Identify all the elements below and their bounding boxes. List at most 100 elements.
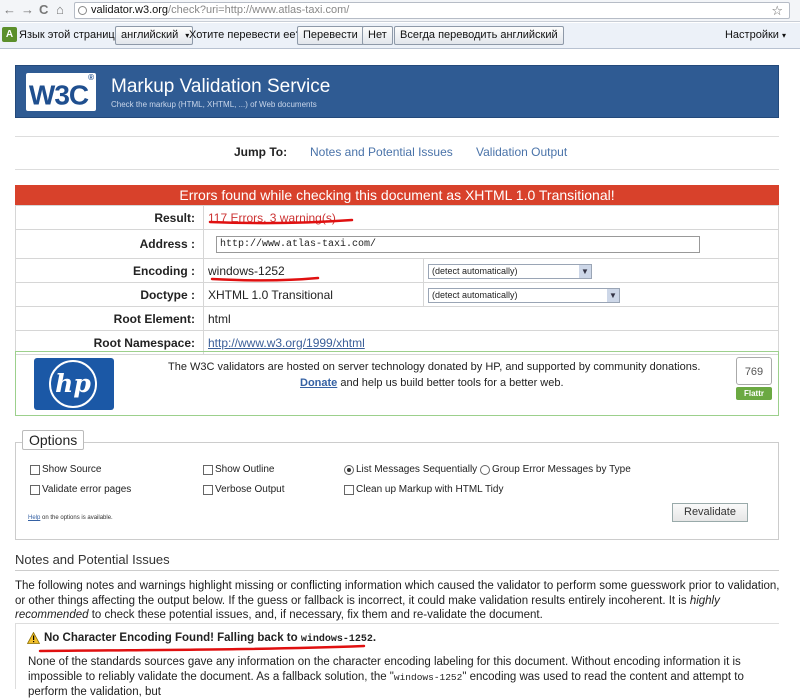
encoding-select[interactable]: (detect automatically) ▼ (428, 263, 592, 279)
warning-icon (27, 632, 40, 644)
address-label: Address : (15, 229, 204, 259)
encoding-label: Encoding : (15, 258, 204, 283)
radio-selected-icon[interactable] (344, 464, 354, 475)
logo-text: W3C (28, 79, 89, 111)
warning-paragraph: None of the standards sources gave any i… (28, 655, 774, 700)
show-outline-option[interactable]: Show Outline (203, 464, 274, 475)
donate-link[interactable]: Donate (300, 377, 337, 389)
cleanup-tidy-label: Clean up Markup with HTML Tidy (356, 484, 504, 495)
donation-text-2: Donate and help us build better tools fo… (300, 377, 564, 389)
translate-button[interactable]: Перевести (297, 26, 364, 45)
page-subtitle: Check the markup (HTML, XHTML, ...) of W… (111, 100, 317, 109)
translate-icon: A (2, 27, 17, 42)
doctype-label: Doctype : (15, 282, 204, 307)
table-row: Encoding : windows-1252 (detect automati… (15, 258, 779, 283)
url-host: validator.w3.org (91, 4, 169, 16)
checkbox-icon[interactable] (30, 464, 40, 475)
encoding-select-cell: (detect automatically) ▼ (423, 258, 779, 283)
donation-text-tail: and help us build better tools for a bet… (337, 377, 564, 389)
jump-link-notes[interactable]: Notes and Potential Issues (310, 145, 453, 159)
table-row: Address : http://www.atlas-taxi.com/ (15, 229, 779, 259)
url-path: /check?uri=http://www.atlas-taxi.com/ (168, 4, 350, 16)
language-select[interactable]: английский ▾ (115, 26, 194, 45)
flattr-count: 769 (736, 357, 772, 385)
address-input[interactable]: http://www.atlas-taxi.com/ (216, 235, 700, 253)
jump-to-label: Jump To: (234, 145, 288, 159)
root-element-label: Root Element: (15, 306, 204, 331)
jump-to-nav: Jump To: Notes and Potential Issues Vali… (15, 136, 779, 170)
warning-title-end: . (372, 632, 377, 644)
encoding-select-value: (detect automatically) (432, 265, 518, 276)
options-help: Help on the options is available. (28, 515, 113, 521)
home-icon[interactable]: ⌂ (56, 2, 64, 17)
help-text: on the options is available. (40, 515, 113, 521)
notes-text-b: to check these potential issues, and, if… (88, 609, 543, 621)
donation-box: hp The W3C validators are hosted on serv… (15, 351, 779, 416)
notes-heading: Notes and Potential Issues (15, 552, 170, 567)
result-value-cell: 117 Errors, 3 warning(s) (203, 205, 779, 230)
always-translate-button[interactable]: Всегда переводить английский (394, 26, 564, 45)
list-sequentially-option[interactable]: List Messages Sequentially (344, 464, 477, 475)
w3c-logo[interactable]: W3C® (26, 73, 96, 111)
logo-mark: ® (88, 73, 94, 82)
checkbox-icon[interactable] (203, 484, 213, 495)
doctype-select[interactable]: (detect automatically) ▼ (428, 287, 620, 303)
cleanup-tidy-option[interactable]: Clean up Markup with HTML Tidy (344, 484, 503, 495)
warning-encoding-code-2: windows-1252 (393, 672, 463, 683)
root-namespace-link[interactable]: http://www.w3.org/1999/xhtml (208, 336, 365, 350)
notes-text-a: The following notes and warnings highlig… (15, 580, 780, 607)
table-row: Root Element: html (15, 306, 779, 331)
encoding-value: windows-1252 (203, 258, 424, 283)
translate-bar: A Язык этой страницы английский ▾ Хотите … (0, 23, 800, 49)
flattr-button[interactable]: Flattr (736, 387, 772, 400)
options-legend: Options (22, 430, 85, 450)
page-title: Markup Validation Service (111, 76, 331, 97)
doctype-select-cell: (detect automatically) ▼ (423, 282, 779, 307)
results-table: Result: 117 Errors, 3 warning(s) Address… (15, 205, 779, 355)
checkbox-icon[interactable] (30, 484, 40, 495)
warning-title: No Character Encoding Found! Falling bac… (44, 632, 376, 645)
checkbox-icon[interactable] (203, 464, 213, 475)
hp-logo[interactable]: hp (34, 358, 114, 410)
divider (15, 570, 779, 571)
result-value: 117 Errors, 3 warning(s) (208, 210, 336, 225)
browser-toolbar: ← → C ⌂ validator.w3.org/check?uri=http:… (0, 0, 800, 22)
radio-icon[interactable] (480, 464, 490, 475)
settings-label: Настройки (724, 29, 779, 41)
settings-menu[interactable]: Настройки ▾ (725, 29, 786, 41)
doctype-value: XHTML 1.0 Transitional (203, 282, 424, 307)
revalidate-button[interactable]: Revalidate (672, 503, 748, 522)
validate-error-pages-option[interactable]: Validate error pages (30, 484, 131, 495)
notes-paragraph: The following notes and warnings highlig… (15, 579, 785, 623)
bookmark-star-icon[interactable]: ☆ (771, 3, 783, 18)
jump-link-output[interactable]: Validation Output (476, 145, 567, 159)
no-button[interactable]: Нет (362, 26, 393, 45)
verbose-output-option[interactable]: Verbose Output (203, 484, 285, 495)
translate-question: Хотите перевести ее? (189, 29, 302, 41)
page-icon (78, 6, 87, 15)
warning-encoding-code: windows-1252 (300, 634, 373, 645)
chevron-down-icon: ▼ (579, 264, 591, 278)
validate-error-pages-label: Validate error pages (42, 484, 132, 495)
table-row: Result: 117 Errors, 3 warning(s) (15, 205, 779, 230)
group-errors-label: Group Error Messages by Type (492, 464, 631, 475)
address-bar[interactable]: validator.w3.org/check?uri=http://www.at… (74, 2, 790, 19)
group-errors-option[interactable]: Group Error Messages by Type (480, 464, 631, 475)
root-element-value: html (203, 306, 779, 331)
forward-arrow-icon[interactable]: → (21, 2, 34, 17)
help-link[interactable]: Help (28, 515, 40, 521)
warning-title-text: No Character Encoding Found! Falling bac… (44, 632, 301, 644)
chevron-down-icon: ▼ (607, 288, 619, 302)
list-sequentially-label: List Messages Sequentially (356, 464, 478, 475)
back-arrow-icon[interactable]: ← (3, 2, 16, 17)
verbose-output-label: Verbose Output (215, 484, 285, 495)
doctype-select-value: (detect automatically) (432, 289, 518, 300)
reload-icon[interactable]: C (39, 2, 48, 17)
chevron-down-icon: ▾ (781, 31, 786, 40)
checkbox-icon[interactable] (344, 484, 354, 495)
error-banner: Errors found while checking this documen… (15, 185, 779, 205)
table-row: Doctype : XHTML 1.0 Transitional (detect… (15, 282, 779, 307)
language-label: Язык этой страницы (19, 29, 123, 41)
show-outline-label: Show Outline (215, 464, 275, 475)
show-source-option[interactable]: Show Source (30, 464, 101, 475)
